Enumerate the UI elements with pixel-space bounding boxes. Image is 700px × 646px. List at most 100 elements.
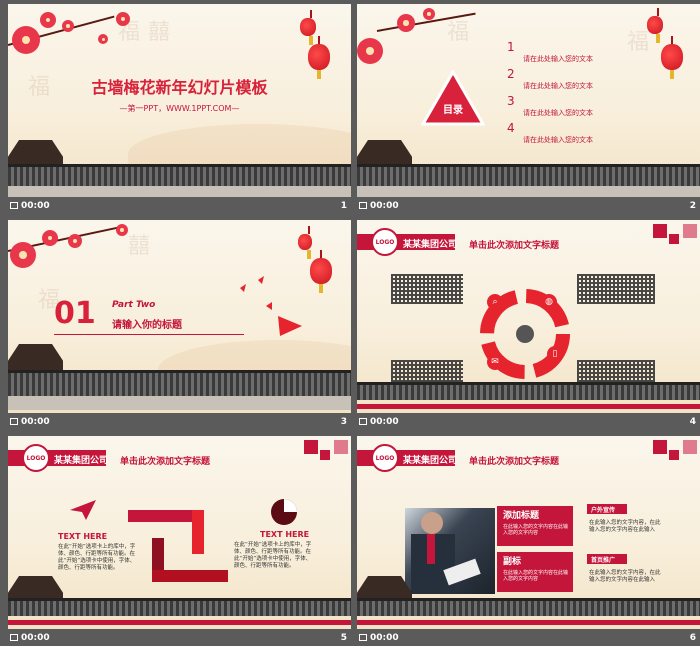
toc-item-text: 请在此处输入您的文本 [523,109,593,117]
wall [357,186,700,197]
slide-heading: 单击此次添加文字标题 [469,241,560,251]
deco-pixel [669,234,679,244]
slide-thumbnail-1[interactable]: 福 福 囍 古墙梅花新年幻灯片模板 —第一PPT，WWW.1PPT.COM— 0… [8,4,351,214]
slide-meta: 00:00 2 [357,201,700,215]
plum-blossom [40,12,56,28]
tag-1: 户外宣传 [591,507,616,514]
plum-blossom [423,8,435,20]
toc-list: 1 请在此处输入您的文本 2 请在此处输入您的文本 3 请在此处输入您的文本 4… [507,40,687,148]
toc-item-text: 请在此处输入您的文本 [523,55,593,63]
company-name: 某某集团公司 [403,240,458,250]
business-photo [405,508,495,594]
lantern [300,10,316,45]
company-logo: LOGO [371,444,399,472]
timing-label: 00:00 [359,633,399,643]
plum-blossom [12,26,40,54]
timing-label: 00:00 [359,201,399,211]
timer-icon [359,202,367,209]
slide-number: 2 [689,201,696,211]
slide-heading: 单击此次添加文字标题 [120,457,211,467]
slide-meta: 00:00 6 [357,633,700,646]
mail-icon: ✉ [487,354,503,370]
lantern [298,226,312,259]
deco-pixel [653,440,667,454]
toc-item[interactable]: 4 请在此处输入您的文本 [507,121,687,148]
toc-item-number: 4 [507,121,515,135]
slide-meta: 00:00 3 [8,417,351,431]
slide-thumbnail-6[interactable]: LOGO 某某集团公司 单击此次添加文字标题 添加标题 在此输入您的文字内容在此… [357,436,700,646]
timing-label: 00:00 [10,201,50,211]
box-body-1: 在此输入您的文字内容在此输入您的文字内容 [503,524,569,536]
plum-blossom [62,20,74,32]
slide-thumbnail-4[interactable]: LOGO 某某集团公司 单击此次添加文字标题 ⌕ ◍ ▯ ✉ 00:00 4 [357,220,700,430]
lantern [308,36,330,79]
toc-item-text: 请在此处输入您的文本 [523,136,593,144]
company-name: 某某集团公司 [54,456,109,466]
slide-number: 5 [340,633,347,643]
toc-item[interactable]: 3 请在此处输入您的文本 [507,94,687,121]
toc-item-number: 1 [507,40,515,54]
toc-item-number: 3 [507,94,515,108]
plum-blossom [116,224,128,236]
wall [8,186,351,197]
watermark-char: 囍 [148,20,171,45]
deco-pixel [304,440,318,454]
toc-item-text: 请在此处输入您的文本 [523,82,593,90]
tag-2: 首页推广 [591,557,616,564]
slide-thumbnail-5[interactable]: LOGO 某某集团公司 单击此次添加文字标题 TEXT HERE 在此“开始”选… [8,436,351,646]
footer-band [357,404,700,409]
slide-number: 1 [340,201,347,211]
deco-pixel [683,224,697,238]
plum-blossom [116,12,130,26]
plum-blossom [357,38,383,64]
right-body: 在此“开始”选项卡上的库中，字体、颜色、行距等所有功能。在此“开始”选项卡中使用… [234,542,312,569]
left-title: TEXT HERE [58,532,108,541]
tag-1-body: 在此输入您的文字内容，在此输入您的文字内容在此输入 [589,520,661,533]
plum-blossom [98,34,108,44]
right-title: TEXT HERE [260,530,310,539]
section-number: 01 [54,296,96,331]
timing-label: 00:00 [10,417,50,427]
deco-pixel [653,224,667,238]
slide-heading: 单击此次添加文字标题 [469,457,560,467]
box-title-2: 副标 [503,557,522,567]
footer-band [357,620,700,625]
phone-icon: ▯ [547,346,563,362]
slide-6-canvas: LOGO 某某集团公司 单击此次添加文字标题 添加标题 在此输入您的文字内容在此… [357,436,700,629]
timer-icon [10,202,18,209]
roof-tiles [8,598,351,616]
roof-tiles [357,598,700,616]
slide-thumbnail-3[interactable]: 囍 福 01 Part Two 请输入你的标题 00:00 3 [8,220,351,430]
placeholder-text [577,274,655,304]
deco-pixel [320,450,330,460]
slide-number: 3 [340,417,347,427]
slide-2-canvas: 福 福 目录 1 请在此处输入您的文本 2 请在此处输入您的文本 3 请在此处输… [357,4,700,197]
plum-blossom [42,230,58,246]
timer-icon [359,634,367,641]
toc-item[interactable]: 1 请在此处输入您的文本 [507,40,687,67]
company-name: 某某集团公司 [403,456,458,466]
watermark-char: 囍 [128,234,151,259]
box-title-1: 添加标题 [503,511,540,521]
divider-line [54,334,244,335]
wall [8,396,351,410]
toc-item-number: 2 [507,67,515,81]
slide-subtitle: —第一PPT，WWW.1PPT.COM— [119,104,240,113]
roof-tiles [357,382,700,400]
timer-icon [10,634,18,641]
company-logo: LOGO [371,228,399,256]
plum-blossom [68,234,82,248]
timing-label: 00:00 [359,417,399,427]
timer-icon [10,418,18,425]
slide-1-canvas: 福 福 囍 古墙梅花新年幻灯片模板 —第一PPT，WWW.1PPT.COM— [8,4,351,197]
toc-item[interactable]: 2 请在此处输入您的文本 [507,67,687,94]
footer-band [8,620,351,625]
slide-thumbnail-2[interactable]: 福 福 目录 1 请在此处输入您的文本 2 请在此处输入您的文本 3 请在此处输… [357,4,700,214]
pavilion [8,344,63,372]
paper-plane-icon [70,500,96,520]
search-icon: ⌕ [487,294,503,310]
deco-pixel [334,440,348,454]
deco-pixel [669,450,679,460]
slide-number: 4 [689,417,696,427]
slide-number: 6 [689,633,696,643]
